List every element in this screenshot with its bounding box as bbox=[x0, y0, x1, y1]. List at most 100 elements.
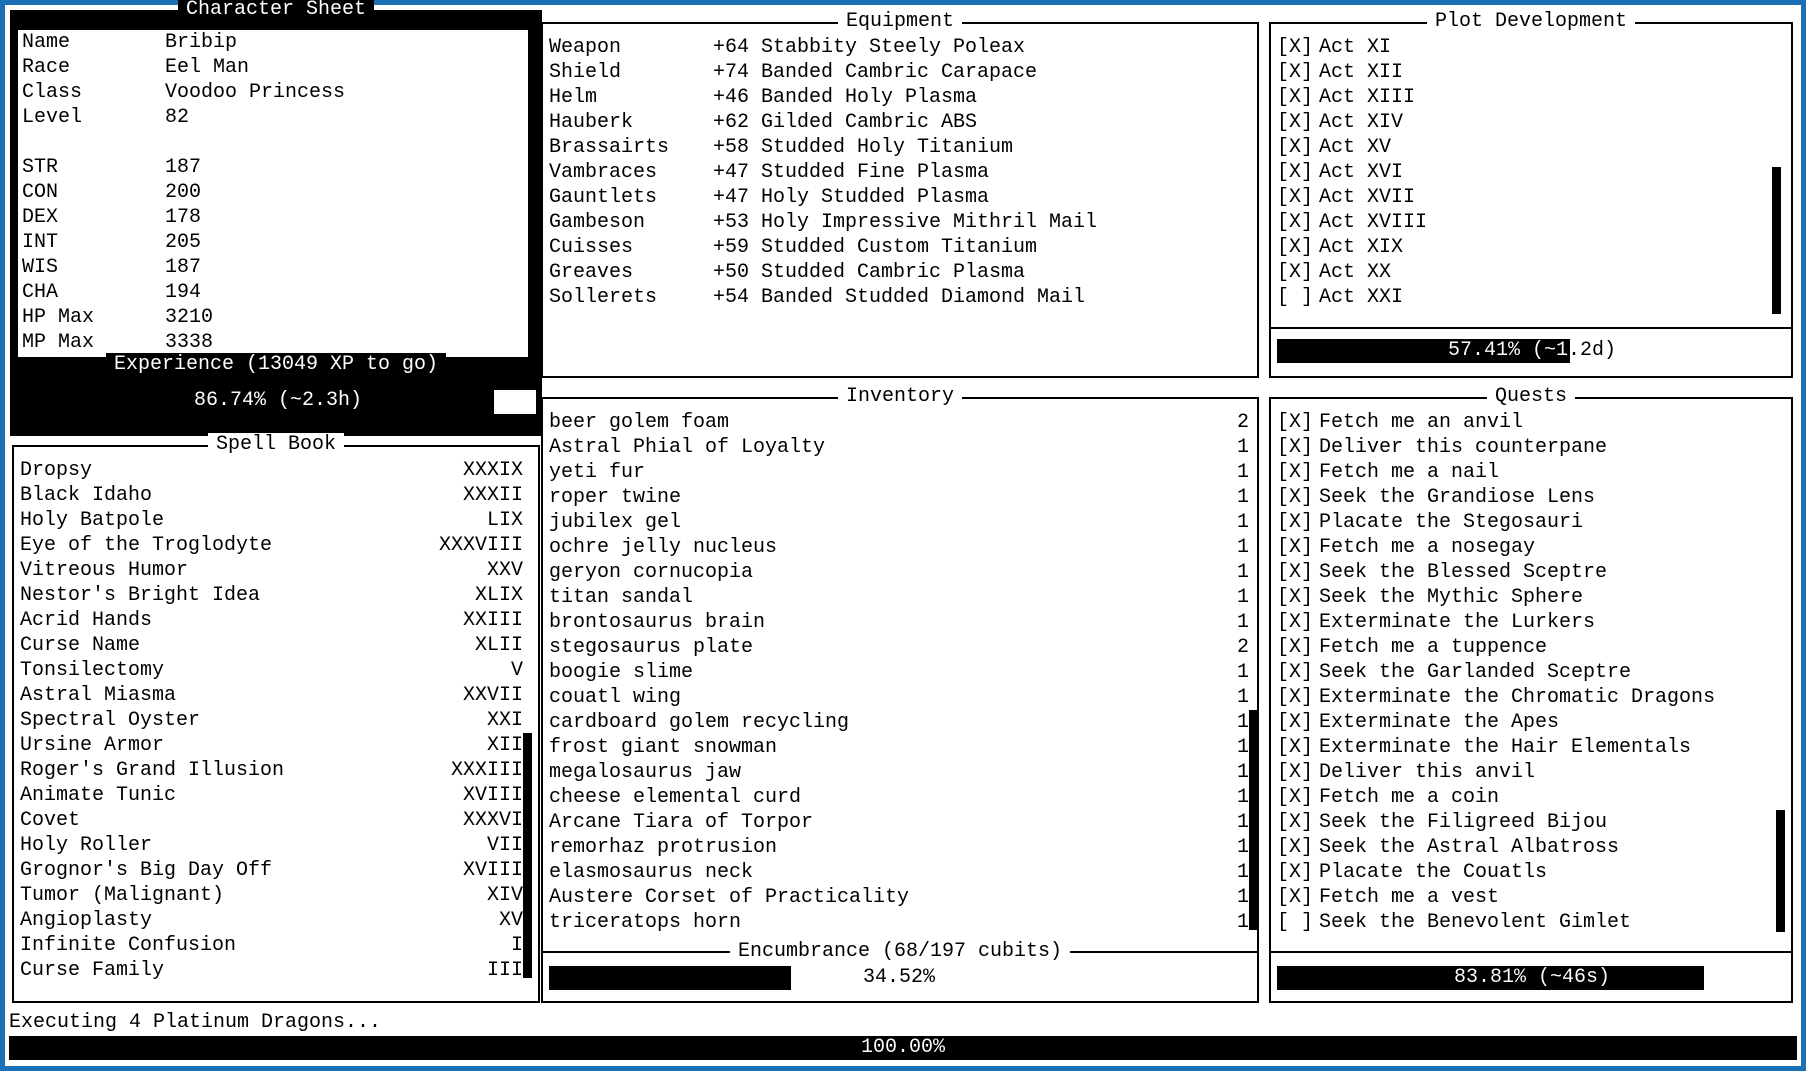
inventory-title: Inventory bbox=[837, 385, 963, 408]
equipment-slot: Sollerets bbox=[549, 286, 658, 309]
spell-name: Roger's Grand Illusion bbox=[20, 759, 285, 782]
inventory-item-qty: 1 bbox=[1236, 836, 1249, 859]
inventory-item-name: remorhaz protrusion bbox=[549, 836, 778, 859]
act-name: Act XIV bbox=[1319, 111, 1404, 134]
equipment-title: Equipment bbox=[837, 10, 963, 33]
quest-checkbox: [X] bbox=[1277, 486, 1314, 509]
inventory-item-qty: 1 bbox=[1236, 736, 1249, 759]
plot-development-panel: Plot Development [X] Act XI [X] Act XII [X] A… bbox=[1269, 10, 1793, 378]
stat-value: 82 bbox=[165, 106, 190, 129]
spell-row: Curse Name XLII bbox=[20, 633, 523, 658]
quest-name: Seek the Benevolent Gimlet bbox=[1319, 911, 1632, 934]
stat-value: 187 bbox=[165, 156, 202, 179]
character-stat-row: CHA 194 bbox=[22, 280, 524, 305]
inventory-item-name: jubilex gel bbox=[549, 511, 682, 534]
stat-label: Class bbox=[22, 81, 83, 104]
spell-level: XLII bbox=[474, 634, 523, 657]
inventory-item-qty: 1 bbox=[1236, 611, 1249, 634]
act-checkbox: [X] bbox=[1277, 186, 1314, 209]
quest-checkbox: [X] bbox=[1277, 586, 1314, 609]
quests-progress-bar: 83.81% (~46s) bbox=[1277, 966, 1787, 990]
spell-row: Holy Roller VII bbox=[20, 833, 523, 858]
plot-act-row: [X] Act XIII bbox=[1277, 85, 1767, 110]
plot-progress-text: 57.41% (~1.2d) bbox=[1447, 339, 1617, 362]
status-progress-bar: 100.00% bbox=[9, 1036, 1797, 1060]
quests-progress-text: 83.81% (~46s) bbox=[1453, 966, 1611, 989]
inventory-item-qty: 1 bbox=[1236, 886, 1249, 909]
quest-checkbox: [X] bbox=[1277, 461, 1314, 484]
quest-checkbox: [X] bbox=[1277, 561, 1314, 584]
stat-value: 194 bbox=[165, 281, 202, 304]
quest-checkbox: [X] bbox=[1277, 636, 1314, 659]
spell-name: Grognor's Big Day Off bbox=[20, 859, 273, 882]
plot-act-row: [ ] Act XXI bbox=[1277, 285, 1767, 310]
equipment-slot: Brassairts bbox=[549, 136, 670, 159]
equipment-slot: Gambeson bbox=[549, 211, 646, 234]
quest-checkbox: [X] bbox=[1277, 811, 1314, 834]
quest-checkbox: [X] bbox=[1277, 511, 1314, 534]
inventory-item-name: stegosaurus plate bbox=[549, 636, 754, 659]
inventory-item-qty: 1 bbox=[1236, 486, 1249, 509]
equipment-item: +53 Holy Impressive Mithril Mail bbox=[713, 211, 1098, 234]
status-text: Executing 4 Platinum Dragons... bbox=[9, 1011, 382, 1034]
quests-scrollbar[interactable] bbox=[1776, 810, 1785, 932]
equipment-row: Greaves +50 Studded Cambric Plasma bbox=[549, 260, 1249, 285]
stat-label: DEX bbox=[22, 206, 59, 229]
quest-row: [X] Deliver this anvil bbox=[1277, 760, 1772, 785]
inventory-item-name: geryon cornucopia bbox=[549, 561, 754, 584]
inventory-item-name: brontosaurus brain bbox=[549, 611, 766, 634]
plot-scrollbar[interactable] bbox=[1772, 167, 1781, 314]
equipment-slot: Weapon bbox=[549, 36, 622, 59]
spell-level: XXVII bbox=[462, 684, 523, 707]
quest-row: [X] Exterminate the Chromatic Dragons bbox=[1277, 685, 1772, 710]
spell-level: XIV bbox=[486, 884, 523, 907]
spell-level: LIX bbox=[486, 509, 523, 532]
act-name: Act XI bbox=[1319, 36, 1392, 59]
plot-development-title: Plot Development bbox=[1426, 10, 1636, 33]
equipment-item: +47 Studded Fine Plasma bbox=[713, 161, 990, 184]
equipment-row: Hauberk +62 Gilded Cambric ABS bbox=[549, 110, 1249, 135]
quest-checkbox: [X] bbox=[1277, 736, 1314, 759]
stat-value: 187 bbox=[165, 256, 202, 279]
spell-name: Eye of the Troglodyte bbox=[20, 534, 273, 557]
spell-name: Spectral Oyster bbox=[20, 709, 201, 732]
inventory-item-qty: 1 bbox=[1236, 811, 1249, 834]
spell-book-scrollbar[interactable] bbox=[523, 733, 532, 978]
inventory-item-qty: 1 bbox=[1236, 911, 1249, 934]
character-stats: Name Bribip Race Eel Man Class Voodoo Princes… bbox=[18, 30, 528, 357]
act-name: Act XIII bbox=[1319, 86, 1416, 109]
inventory-item-qty: 1 bbox=[1236, 461, 1249, 484]
act-name: Act XVIII bbox=[1319, 211, 1428, 234]
inventory-item-name: elasmosaurus neck bbox=[549, 861, 754, 884]
spell-row: Angioplasty XV bbox=[20, 908, 523, 933]
spell-level: I bbox=[510, 934, 523, 957]
act-checkbox: [X] bbox=[1277, 261, 1314, 284]
plot-act-row: [X] Act XX bbox=[1277, 260, 1767, 285]
equipment-item: +59 Studded Custom Titanium bbox=[713, 236, 1038, 259]
quest-name: Exterminate the Chromatic Dragons bbox=[1319, 686, 1716, 709]
inventory-row: boogie slime 1 bbox=[549, 660, 1249, 685]
spell-level: III bbox=[486, 959, 523, 982]
spell-level: XXXIX bbox=[462, 459, 523, 482]
quest-checkbox: [ ] bbox=[1277, 911, 1314, 934]
spell-row: Nestor's Bright Idea XLIX bbox=[20, 583, 523, 608]
quest-row: [X] Seek the Garlanded Sceptre bbox=[1277, 660, 1772, 685]
spell-name: Ursine Armor bbox=[20, 734, 165, 757]
quest-name: Fetch me a tuppence bbox=[1319, 636, 1548, 659]
stat-value: 205 bbox=[165, 231, 202, 254]
inventory-scrollbar[interactable] bbox=[1249, 710, 1258, 930]
character-stat-row: Name Bribip bbox=[22, 30, 524, 55]
inventory-item-qty: 1 bbox=[1236, 761, 1249, 784]
encumbrance-separator bbox=[543, 951, 1257, 953]
inventory-item-name: Austere Corset of Practicality bbox=[549, 886, 910, 909]
stat-value: 200 bbox=[165, 181, 202, 204]
spell-level: XXXVIII bbox=[438, 534, 523, 557]
inventory-row: beer golem foam 2 bbox=[549, 410, 1249, 435]
stat-value: 3210 bbox=[165, 306, 214, 329]
spell-row: Grognor's Big Day Off XVIII bbox=[20, 858, 523, 883]
encumbrance-text: 34.52% bbox=[862, 966, 935, 989]
stat-value: Voodoo Princess bbox=[165, 81, 346, 104]
inventory-row: Austere Corset of Practicality 1 bbox=[549, 885, 1249, 910]
inventory-item-qty: 1 bbox=[1236, 686, 1249, 709]
quest-name: Seek the Garlanded Sceptre bbox=[1319, 661, 1632, 684]
